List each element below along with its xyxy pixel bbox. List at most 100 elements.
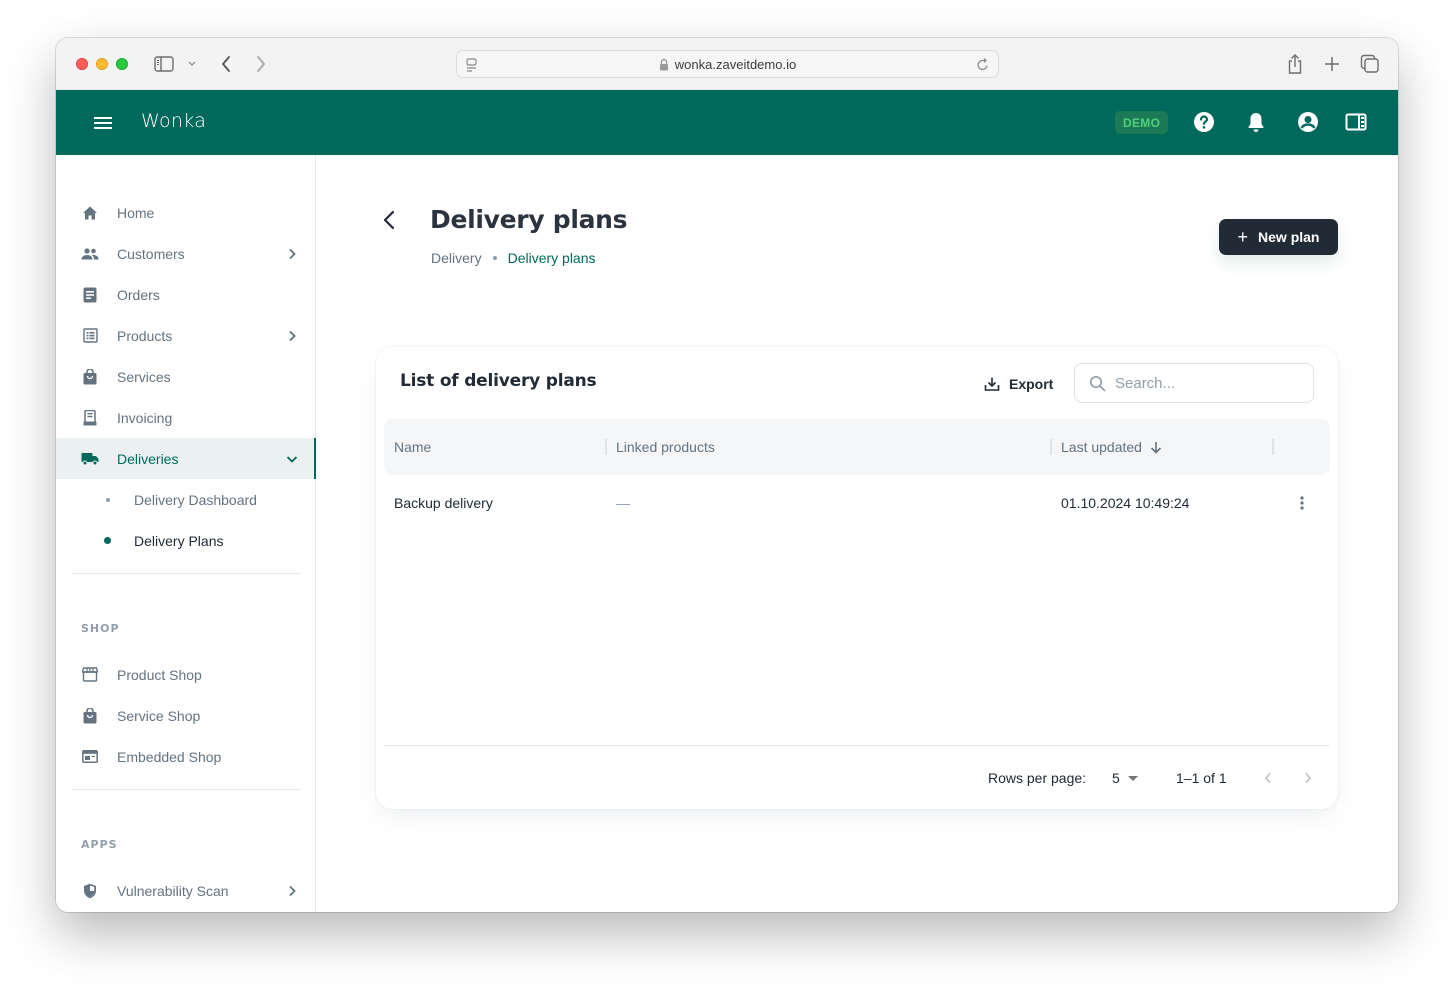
breadcrumb-item-current: Delivery plans <box>507 250 596 266</box>
rows-per-page-value: 5 <box>1112 770 1120 786</box>
notifications-bell-icon[interactable] <box>1244 110 1268 134</box>
pagination-range: 1–1 of 1 <box>1176 770 1227 786</box>
sidebar-item-customers[interactable]: Customers <box>56 233 316 274</box>
back-arrow-icon[interactable] <box>378 209 400 231</box>
main-content: Delivery plans Delivery Delivery plans +… <box>316 155 1398 912</box>
sidebar-item-vulnerability-scan[interactable]: Vulnerability Scan <box>56 870 316 911</box>
sidebar-subitem-delivery-dashboard[interactable]: Delivery Dashboard <box>56 479 316 520</box>
shopping-bag-icon <box>81 707 99 725</box>
rows-per-page-label: Rows per page: <box>988 770 1087 786</box>
pagination: Rows per page: 5 1–1 of 1 <box>376 746 1338 809</box>
column-header-label: Last updated <box>1061 439 1142 455</box>
next-page-button[interactable] <box>1296 766 1320 790</box>
share-icon[interactable] <box>1284 52 1306 76</box>
section-title-apps: APPS <box>81 838 118 851</box>
sidebar-item-label: Orders <box>117 286 160 303</box>
reload-icon[interactable] <box>976 56 990 75</box>
back-icon[interactable] <box>216 52 236 76</box>
demo-badge: DEMO <box>1115 111 1169 134</box>
lock-icon <box>659 58 669 71</box>
maximize-window-button[interactable] <box>116 58 128 70</box>
export-label: Export <box>1009 376 1054 392</box>
chevron-down-icon[interactable] <box>186 52 198 76</box>
sidebar-subitem-delivery-plans[interactable]: Delivery Plans <box>56 520 316 561</box>
sidebar-toggle-icon[interactable] <box>152 52 176 76</box>
column-resize-handle[interactable] <box>1050 439 1052 455</box>
sidebar-item-label: Vulnerability Scan <box>117 882 229 899</box>
table-header: Name Linked products Last updated <box>384 419 1330 475</box>
embedded-window-icon <box>81 748 99 766</box>
new-plan-button[interactable]: + New plan <box>1219 219 1338 255</box>
column-header-last-updated[interactable]: Last updated <box>1061 419 1162 475</box>
sidebar-item-product-shop[interactable]: Product Shop <box>56 654 316 695</box>
cell-linked-products: — <box>616 495 630 511</box>
column-resize-handle[interactable] <box>1272 439 1274 455</box>
column-resize-handle[interactable] <box>605 439 607 455</box>
sidebar-item-embedded-shop[interactable]: Embedded Shop <box>56 736 316 777</box>
sidebar-item-home[interactable]: Home <box>56 192 316 233</box>
address-bar[interactable]: wonka.zaveitdemo.io <box>456 50 999 78</box>
list-icon <box>81 327 99 345</box>
cell-last-updated: 01.10.2024 10:49:24 <box>1061 495 1190 511</box>
forward-icon[interactable] <box>251 52 271 76</box>
sidebar-item-label: Products <box>117 327 173 344</box>
bullet-icon <box>106 497 110 502</box>
home-icon <box>81 204 99 222</box>
column-header-name[interactable]: Name <box>394 419 431 475</box>
sidebar-item-label: Home <box>117 204 155 221</box>
app-brand[interactable]: Wonka <box>141 110 206 132</box>
sidebar-item-label: Service Shop <box>117 707 201 724</box>
sort-descending-icon[interactable] <box>1150 441 1162 454</box>
storefront-icon <box>81 666 99 684</box>
page-icon <box>465 57 479 76</box>
search-field[interactable] <box>1074 363 1314 403</box>
dropdown-caret-icon <box>1127 775 1138 781</box>
rows-per-page-select[interactable]: 5 <box>1112 770 1138 786</box>
sidebar-item-label: Invoicing <box>117 409 173 426</box>
search-input[interactable] <box>1115 374 1295 392</box>
sidebar-item-label: Services <box>117 368 171 385</box>
sidebar-item-services[interactable]: Services <box>56 356 316 397</box>
column-header-linked-products[interactable]: Linked products <box>616 419 715 475</box>
chevron-right-icon <box>285 884 299 898</box>
sidebar-subitem-label: Delivery Plans <box>134 532 224 549</box>
cell-name: Backup delivery <box>394 495 493 511</box>
sidebar-item-service-shop[interactable]: Service Shop <box>56 695 316 736</box>
app-header: Wonka DEMO <box>56 90 1398 155</box>
new-tab-icon[interactable] <box>1321 52 1343 76</box>
truck-icon <box>81 450 99 468</box>
people-icon <box>81 245 99 263</box>
sidebar-item-products[interactable]: Products <box>56 315 316 356</box>
breadcrumb: Delivery Delivery plans <box>431 250 596 266</box>
breadcrumb-item-delivery[interactable]: Delivery <box>431 250 482 266</box>
url-text: wonka.zaveitdemo.io <box>674 56 797 72</box>
table-row[interactable]: Backup delivery — 01.10.2024 10:49:24 <box>384 475 1330 531</box>
bullet-icon <box>104 537 111 544</box>
document-icon <box>81 286 99 304</box>
menu-icon[interactable] <box>92 112 114 134</box>
chevron-down-icon <box>285 452 299 466</box>
previous-page-button[interactable] <box>1256 766 1280 790</box>
close-window-button[interactable] <box>76 58 88 70</box>
section-title-shop: SHOP <box>81 622 120 635</box>
minimize-window-button[interactable] <box>96 58 108 70</box>
breadcrumb-separator <box>492 256 497 260</box>
sidebar-divider <box>72 573 300 574</box>
sidebar-item-orders[interactable]: Orders <box>56 274 316 315</box>
side-panel-icon[interactable] <box>1344 110 1368 134</box>
shopping-bag-icon <box>81 368 99 386</box>
sidebar-item-label: Deliveries <box>117 450 179 467</box>
chevron-right-icon <box>285 329 299 343</box>
sidebar-subitem-label: Delivery Dashboard <box>134 491 257 508</box>
export-button[interactable]: Export <box>984 373 1053 395</box>
help-icon[interactable] <box>1192 110 1216 134</box>
delivery-plans-card: List of delivery plans Export Name Linke… <box>376 347 1338 809</box>
account-avatar-icon[interactable] <box>1296 110 1320 134</box>
tab-overview-icon[interactable] <box>1359 52 1381 76</box>
sidebar-item-deliveries[interactable]: Deliveries <box>56 438 316 479</box>
sidebar-item-label: Product Shop <box>117 666 202 683</box>
browser-toolbar: wonka.zaveitdemo.io <box>56 38 1398 90</box>
sidebar-item-invoicing[interactable]: Invoicing <box>56 397 316 438</box>
more-options-icon[interactable] <box>1290 491 1314 515</box>
sidebar-divider <box>72 789 300 790</box>
